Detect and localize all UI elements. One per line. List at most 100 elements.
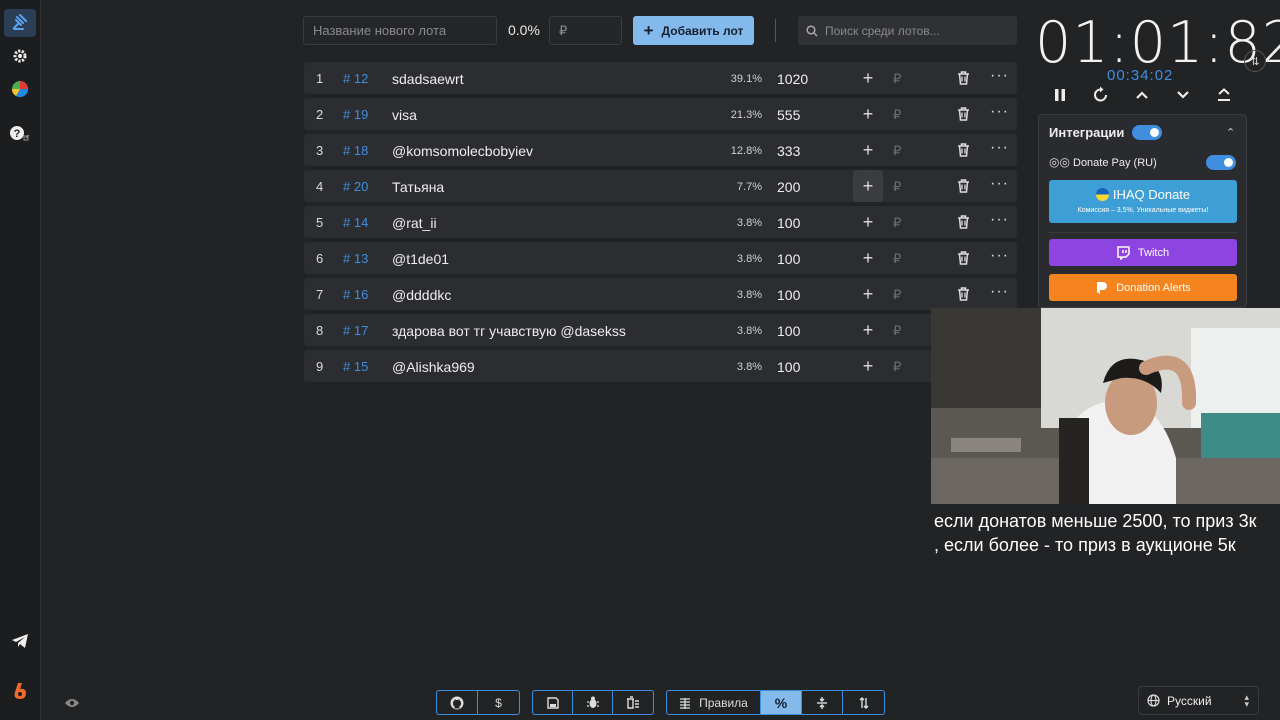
lot-amount[interactable]: 100 [777, 251, 800, 267]
trash-icon[interactable] [957, 71, 971, 85]
ihaq-title: IHAQ Donate [1112, 187, 1191, 202]
ruble-input[interactable]: ₽ [893, 215, 901, 231]
eye-icon[interactable] [64, 696, 82, 710]
search-placeholder: Поиск среди лотов... [825, 23, 940, 38]
ruble-input[interactable]: ₽ [893, 323, 901, 339]
more-options-icon[interactable]: ··· [990, 283, 1009, 301]
add-amount-button[interactable]: + [853, 62, 883, 94]
integrations-toggle[interactable] [1132, 125, 1162, 140]
lot-amount[interactable]: 333 [777, 143, 800, 159]
compress-button[interactable] [802, 691, 843, 714]
add-amount-button[interactable]: + [853, 98, 883, 130]
chevron-down-icon[interactable] [1172, 85, 1194, 105]
lot-row: 8 # 17 здарова вот тг учавствую @dasekss 3.… [304, 314, 1017, 346]
ruble-input[interactable]: ₽ [893, 143, 901, 159]
lot-amount[interactable]: 100 [777, 215, 800, 231]
search-input[interactable]: Поиск среди лотов... [798, 16, 1017, 45]
swap-timer-icon[interactable]: ⇅ [1244, 50, 1266, 72]
add-amount-button[interactable]: + [853, 170, 883, 202]
lot-percent: 3.8% [736, 217, 762, 229]
add-lot-button[interactable]: + Добавить лот [633, 16, 754, 45]
lot-name[interactable]: @ddddkc [392, 287, 451, 303]
lot-name[interactable]: @Alishka969 [392, 359, 475, 375]
reset-icon[interactable] [1090, 85, 1112, 105]
sort-icon [859, 696, 868, 709]
more-options-icon[interactable]: ··· [990, 139, 1009, 157]
plus-icon: + [643, 20, 654, 40]
lot-name[interactable]: Татьяна [392, 179, 444, 195]
select-arrows-icon: ▴ ▾ [1244, 692, 1249, 709]
lot-row: 9 # 15 @Alishka969 3.8% 100 + ₽ [304, 350, 1017, 382]
lot-id: # 16 [343, 287, 369, 302]
lot-name[interactable]: @komsomolecbobyiev [392, 143, 533, 159]
twitch-icon [1117, 245, 1130, 260]
clear-lots-button[interactable] [613, 691, 653, 714]
ihaq-donate-button[interactable]: IHAQ Donate Комиссия – 3,5%. Уникальные … [1049, 180, 1237, 223]
more-options-icon[interactable]: ··· [990, 211, 1009, 229]
sort-button[interactable] [843, 691, 884, 714]
lot-amount[interactable]: 100 [777, 359, 800, 375]
lot-amount[interactable]: 555 [777, 107, 800, 123]
lot-amount[interactable]: 100 [777, 323, 800, 339]
collapse-chevron-icon[interactable]: ⌃ [1226, 126, 1235, 139]
trash-icon[interactable] [957, 143, 971, 157]
new-lot-name-input[interactable]: Название нового лота [303, 16, 497, 45]
lot-name[interactable]: здарова вот тг учавствую @dasekss [392, 323, 626, 339]
add-amount-button[interactable]: + [853, 314, 883, 346]
telegram-icon[interactable] [4, 627, 36, 655]
add-lot-label: Добавить лот [661, 23, 744, 38]
add-amount-button[interactable]: + [853, 350, 883, 382]
help-icon[interactable]: ? [4, 120, 36, 148]
ruble-input[interactable]: ₽ [893, 251, 901, 267]
add-amount-button[interactable]: + [853, 134, 883, 166]
percent-toggle-button[interactable]: % [761, 691, 802, 714]
view-button-group: Правила % [666, 690, 885, 715]
lot-amount[interactable]: 1020 [777, 71, 808, 87]
more-options-icon[interactable]: ··· [990, 67, 1009, 85]
lot-amount[interactable]: 100 [777, 287, 800, 303]
trash-icon[interactable] [957, 215, 971, 229]
rules-icon [680, 697, 691, 709]
chevron-up-icon[interactable] [1131, 85, 1153, 105]
github-button[interactable] [437, 691, 478, 714]
boosty-icon[interactable] [4, 677, 36, 705]
more-options-icon[interactable]: ··· [990, 247, 1009, 265]
add-amount-button[interactable]: + [853, 278, 883, 310]
ruble-input[interactable]: ₽ [893, 359, 901, 375]
lot-name[interactable]: @t1de01 [392, 251, 449, 267]
ruble-input[interactable]: ₽ [893, 71, 901, 87]
language-select[interactable]: Русский ▴ ▾ [1138, 686, 1259, 715]
lot-amount[interactable]: 200 [777, 179, 800, 195]
pie-chart-icon[interactable] [4, 75, 36, 103]
auction-icon[interactable] [4, 9, 36, 37]
rules-button[interactable]: Правила [667, 691, 761, 714]
new-lot-amount-input[interactable]: ₽ [549, 16, 622, 45]
ruble-input[interactable]: ₽ [893, 179, 901, 195]
lot-name[interactable]: visa [392, 107, 417, 123]
more-options-icon[interactable]: ··· [990, 175, 1009, 193]
lot-id: # 15 [343, 359, 369, 374]
more-options-icon[interactable]: ··· [990, 103, 1009, 121]
lot-name[interactable]: @rat_ii [392, 215, 437, 231]
new-lot-placeholder: Название нового лота [313, 23, 447, 38]
donate-dollar-button[interactable]: $ [478, 691, 519, 714]
twitch-button[interactable]: Twitch [1049, 239, 1237, 266]
ruble-input[interactable]: ₽ [893, 107, 901, 123]
donatepay-icon: ◎◎ [1049, 155, 1070, 169]
bug-report-button[interactable] [573, 691, 613, 714]
trash-icon[interactable] [957, 107, 971, 121]
trash-icon[interactable] [957, 179, 971, 193]
pause-icon[interactable] [1049, 85, 1071, 105]
double-chevron-up-icon[interactable] [1213, 85, 1235, 105]
donatepay-toggle[interactable] [1206, 155, 1236, 170]
donation-alerts-button[interactable]: Donation Alerts [1049, 274, 1237, 301]
trash-icon[interactable] [957, 251, 971, 265]
add-amount-button[interactable]: + [853, 206, 883, 238]
settings-gear-icon[interactable] [4, 42, 36, 70]
lot-number: 9 [316, 359, 324, 374]
trash-icon[interactable] [957, 287, 971, 301]
ruble-input[interactable]: ₽ [893, 287, 901, 303]
add-amount-button[interactable]: + [853, 242, 883, 274]
save-button[interactable] [533, 691, 573, 714]
lot-name[interactable]: sdadsaewrt [392, 71, 464, 87]
